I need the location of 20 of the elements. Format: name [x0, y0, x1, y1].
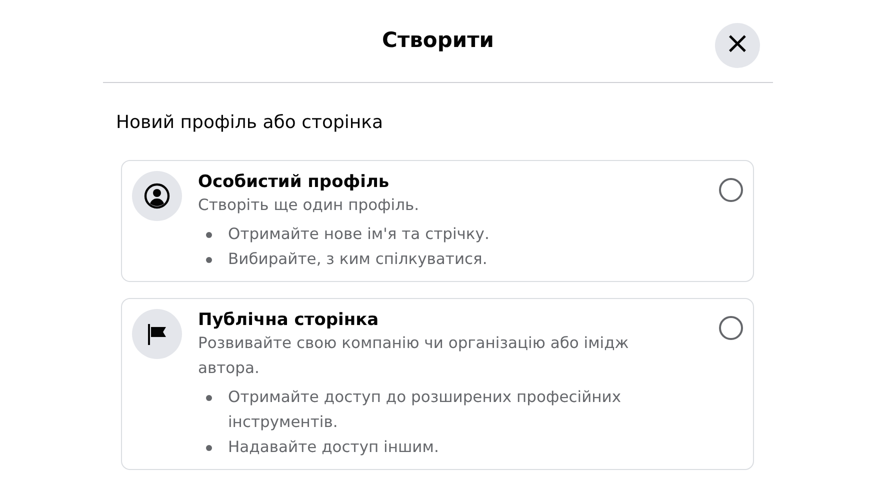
radio-button[interactable]	[719, 316, 743, 340]
radio-button[interactable]	[719, 178, 743, 202]
dialog-title: Створити	[382, 27, 494, 54]
option-title: Особистий профіль	[198, 171, 390, 194]
person-icon	[132, 171, 182, 221]
bullet-text: Надавайте доступ іншим.	[228, 437, 439, 458]
close-button[interactable]: ×	[715, 23, 760, 68]
bullet-text: Вибирайте, з ким спілкуватися.	[228, 249, 488, 270]
option-description: Створіть ще один профіль.	[198, 195, 420, 216]
option-title: Публічна сторінка	[198, 309, 380, 332]
bullet-dot	[206, 445, 212, 452]
bullet-text: Отримайте нове ім'я та стрічку.	[228, 224, 490, 246]
bullet-dot	[206, 257, 212, 264]
bullet-text: Отримайте доступ до розширених професійних інструментів.	[228, 387, 622, 434]
option-description: Розвивайте свою компанію чи організацію або імідж автора.	[198, 333, 630, 380]
option-card[interactable]: Особистий профіль Створіть ще один профіль. Отримайте нове ім'я та стрічку. Вибирайте, з ким спілкуватися.	[121, 160, 754, 282]
option-card[interactable]: Публічна сторінка Розвивайте свою компанію чи організацію або імідж автора. Отримайте доступ до розширених професійних інструментів. Надавайте доступ іншим.	[121, 298, 754, 470]
bullet-dot	[206, 232, 212, 238]
bullet-dot	[206, 395, 212, 402]
section-heading: Новий профіль або сторінка	[115, 111, 384, 135]
